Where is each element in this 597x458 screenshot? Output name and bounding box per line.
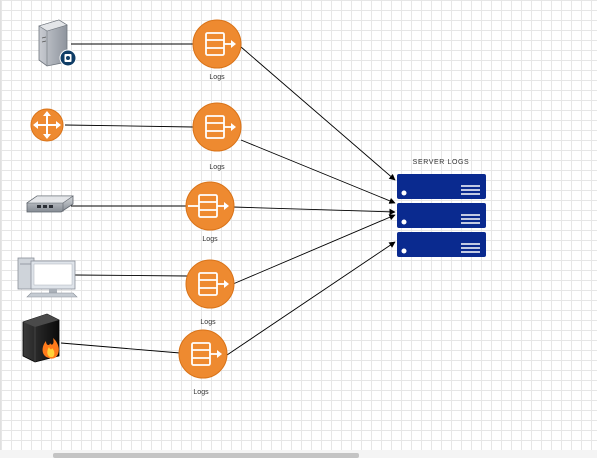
edge-log2-to-server bbox=[240, 139, 396, 204]
router-icon[interactable] bbox=[30, 108, 64, 142]
log-label-5: Logs bbox=[193, 389, 209, 396]
log-label-4: Logs bbox=[200, 319, 216, 326]
server-tower-icon[interactable] bbox=[38, 19, 77, 67]
server-rack-icon[interactable] bbox=[397, 174, 486, 257]
source-edges bbox=[60, 43, 194, 354]
log-collector-5[interactable] bbox=[178, 329, 228, 379]
log-collector-3[interactable] bbox=[185, 181, 235, 231]
log-collector-1[interactable] bbox=[192, 19, 242, 69]
server-unit-3 bbox=[397, 232, 486, 257]
log-collector-2[interactable] bbox=[192, 102, 242, 152]
diagram: Logs Logs Logs Logs Logs SERVER LOGS bbox=[17, 19, 486, 396]
firewall-icon[interactable] bbox=[22, 313, 60, 363]
log-collector-4[interactable] bbox=[185, 259, 235, 309]
server-logs-title: SERVER LOGS bbox=[413, 159, 470, 166]
scrollbar-thumb[interactable] bbox=[53, 453, 359, 458]
edge-log3-to-server bbox=[232, 206, 396, 215]
edge-log4-to-server bbox=[232, 214, 396, 285]
server-unit-1 bbox=[397, 174, 486, 199]
log-edges bbox=[226, 46, 396, 356]
desktop-computer-icon[interactable] bbox=[17, 257, 78, 298]
edge-router-to-log2 bbox=[64, 124, 194, 128]
edge-log1-to-server bbox=[240, 46, 396, 181]
server-unit-2 bbox=[397, 203, 486, 228]
diagram-canvas[interactable]: Logs Logs Logs Logs Logs SERVER LOGS bbox=[0, 0, 597, 450]
log-label-3: Logs bbox=[202, 236, 218, 243]
log-label-2: Logs bbox=[209, 164, 225, 171]
network-switch-icon[interactable] bbox=[26, 195, 74, 213]
edge-firewall-to-log5 bbox=[60, 342, 181, 354]
log-label-1: Logs bbox=[209, 74, 225, 81]
edge-log5-to-server bbox=[226, 241, 396, 356]
edge-pc-to-log4 bbox=[74, 274, 188, 277]
